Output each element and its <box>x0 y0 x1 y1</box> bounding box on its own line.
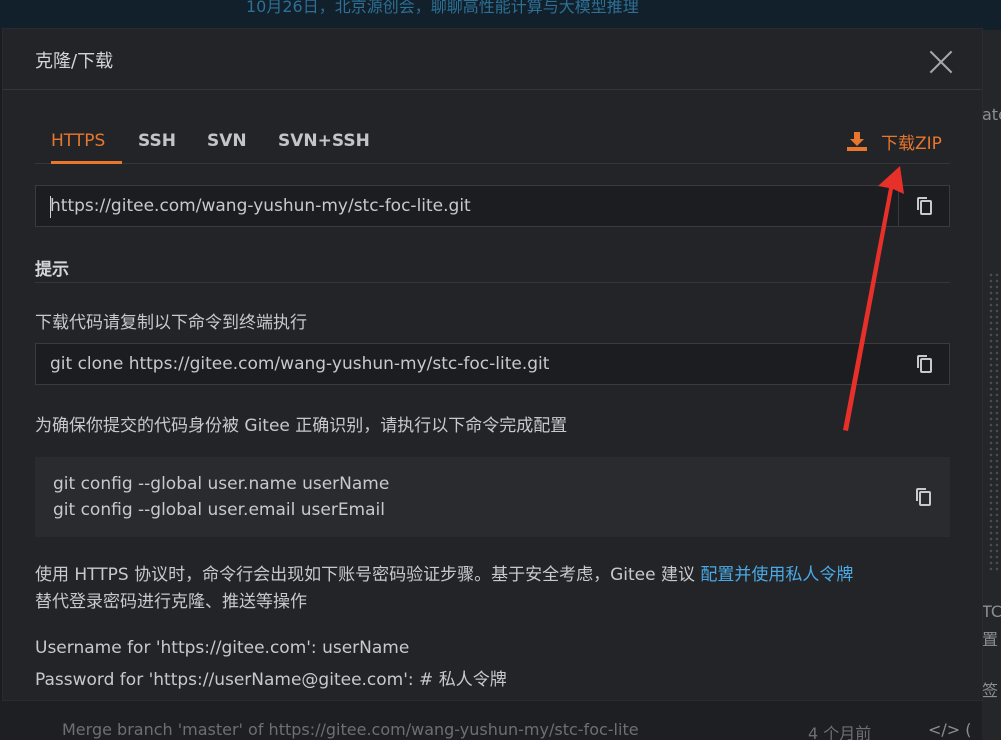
modal-title: 克隆/下载 <box>35 51 114 72</box>
bg-fragment: ate <box>982 105 1001 124</box>
divider <box>35 282 950 283</box>
bg-fragment: 置 <box>982 630 999 649</box>
download-zip-button[interactable]: 下载ZIP <box>846 128 942 154</box>
note-text: 使用 HTTPS 协议时，命令行会出现如下账号密码验证步骤。基于安全考虑，Git… <box>35 565 701 585</box>
https-note: 使用 HTTPS 协议时，命令行会出现如下账号密码验证步骤。基于安全考虑，Git… <box>35 562 950 616</box>
download-icon <box>847 132 867 151</box>
config-line: git config --global user.name userName <box>53 474 390 494</box>
bg-fragment: 签 <box>982 681 999 700</box>
private-token-link[interactable]: 配置并使用私人令牌 <box>700 565 853 585</box>
step2-text: 为确保你提交的代码身份被 Gitee 正确识别，请执行以下命令完成配置 <box>35 416 568 436</box>
clone-command-field[interactable]: git clone https://gitee.com/wang-yushun-… <box>35 343 950 385</box>
copy-icon <box>917 355 932 373</box>
git-config-block: git config --global user.name userName g… <box>35 457 950 537</box>
commit-time: 4 个月前 <box>808 724 872 740</box>
background-banner: 10月26日，北京源创会，聊聊高性能计算与大模型推理 <box>0 0 1001 30</box>
username-prompt: Username for 'https://gitee.com': userNa… <box>35 638 410 658</box>
clone-download-modal: 克隆/下载 HTTPS SSH SVN SVN+SSH 下载ZIP https:… <box>3 29 982 700</box>
tab-svn[interactable]: SVN <box>207 129 247 163</box>
clone-command-value: git clone https://gitee.com/wang-yushun-… <box>50 354 550 374</box>
step1-text: 下载代码请复制以下命令到终端执行 <box>35 313 307 333</box>
note-text-after: 替代登录密码进行克隆、推送等操作 <box>35 592 307 612</box>
clone-url-input[interactable]: https://gitee.com/wang-yushun-my/stc-foc… <box>35 185 950 227</box>
banner-text[interactable]: 10月26日，北京源创会，聊聊高性能计算与大模型推理 <box>246 0 639 17</box>
copy-icon <box>917 197 932 215</box>
download-zip-label: 下载ZIP <box>881 133 942 154</box>
protocol-tabs: HTTPS SSH SVN SVN+SSH <box>35 129 950 164</box>
background-sidebar-fragment: ate TC 置 签 <box>982 30 1001 740</box>
copy-clone-command-button[interactable] <box>899 344 949 384</box>
clone-url-value: https://gitee.com/wang-yushun-my/stc-foc… <box>50 196 471 216</box>
tip-title: 提示 <box>35 260 69 280</box>
commit-message[interactable]: Merge branch 'master' of https://gitee.c… <box>62 720 639 739</box>
config-line: git config --global user.email userEmail <box>53 500 385 520</box>
copy-url-button[interactable] <box>898 186 949 226</box>
close-icon[interactable] <box>928 49 954 75</box>
code-icon[interactable]: </> ( <box>928 720 972 739</box>
modal-header: 克隆/下载 <box>3 29 982 90</box>
copy-icon <box>916 488 931 506</box>
bg-fragment: TC <box>982 602 1001 621</box>
background-commit-row: Merge branch 'master' of https://gitee.c… <box>0 700 982 740</box>
tab-svn-ssh[interactable]: SVN+SSH <box>278 129 370 163</box>
password-prompt: Password for 'https://userName@gitee.com… <box>35 670 507 690</box>
copy-config-button[interactable] <box>898 477 948 517</box>
bg-dots <box>988 272 1000 572</box>
tab-ssh[interactable]: SSH <box>138 129 176 163</box>
tab-https-underline <box>51 129 122 164</box>
